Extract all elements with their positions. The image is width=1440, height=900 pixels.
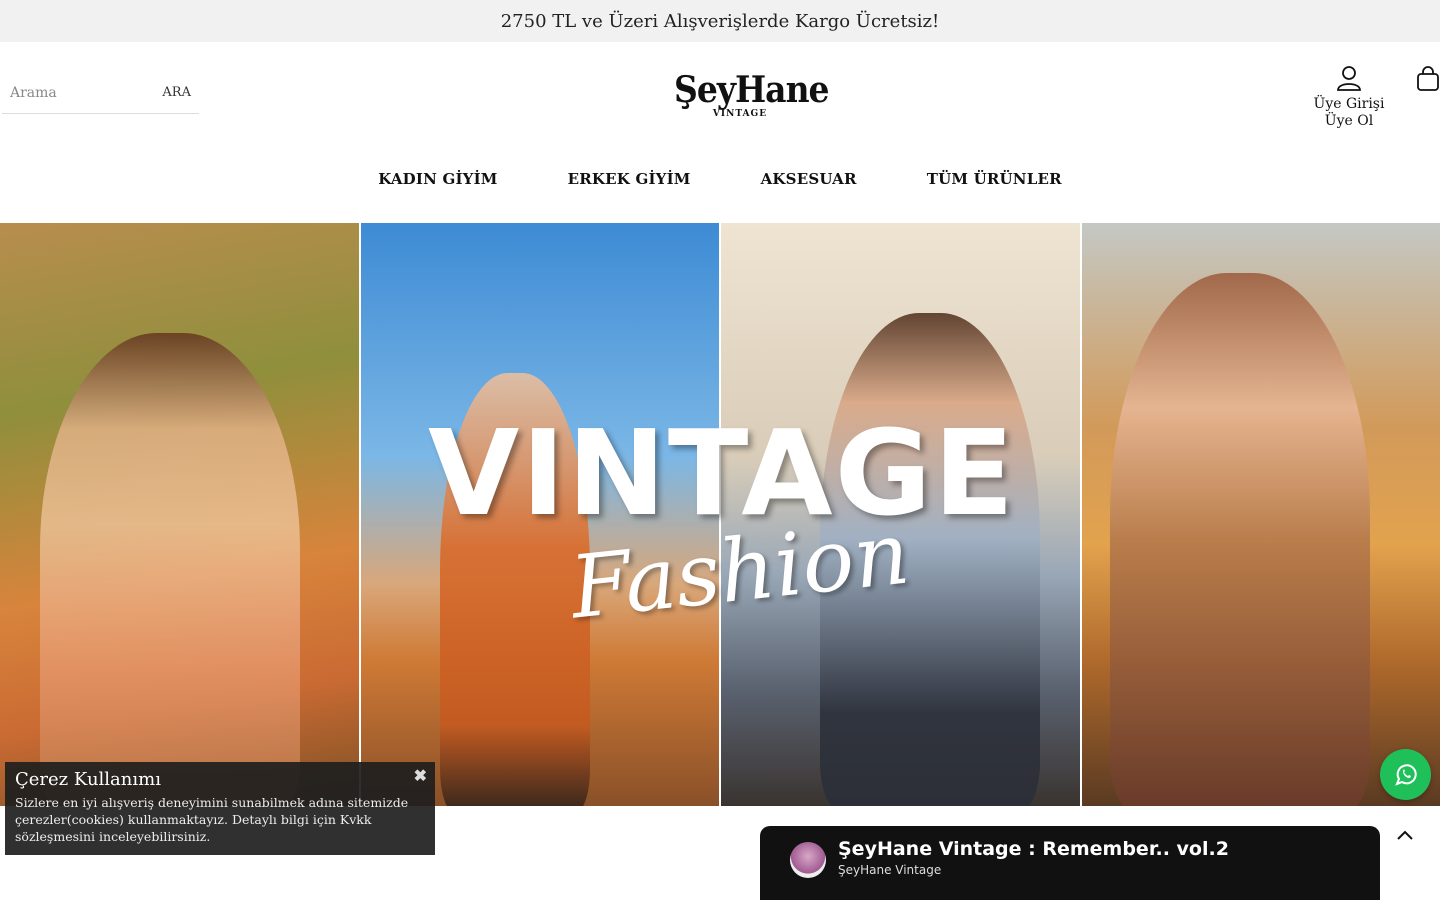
search-box: ARA bbox=[2, 72, 199, 114]
hero-figure-1 bbox=[40, 333, 300, 806]
nav-aksesuar[interactable]: AKSESUAR bbox=[761, 170, 857, 188]
nav-erkek-giyim[interactable]: ERKEK GİYİM bbox=[568, 170, 691, 188]
hero-banner[interactable]: VINTAGE Fashion bbox=[0, 223, 1440, 806]
main-nav: KADIN GİYİM ERKEK GİYİM AKSESUAR TÜM ÜRÜ… bbox=[0, 170, 1440, 188]
user-icon[interactable] bbox=[1336, 64, 1362, 92]
logo-main-text: ŞeyHane bbox=[674, 68, 830, 111]
cart-button[interactable] bbox=[1416, 66, 1440, 96]
video-channel[interactable]: ŞeyHane Vintage bbox=[838, 863, 941, 877]
search-input[interactable] bbox=[10, 84, 150, 101]
cookie-notice: Çerez Kullanımı Sizlere en iyi alışveriş… bbox=[5, 762, 435, 855]
whatsapp-icon bbox=[1394, 763, 1417, 786]
nav-tum-urunler[interactable]: TÜM ÜRÜNLER bbox=[927, 170, 1062, 188]
chevron-up-icon bbox=[1397, 830, 1413, 840]
hero-figure-4 bbox=[1110, 273, 1370, 806]
scroll-to-top-button[interactable] bbox=[1396, 826, 1414, 845]
close-icon[interactable]: ✖ bbox=[414, 766, 427, 785]
register-link[interactable]: Üye Ol bbox=[1306, 113, 1392, 130]
login-link[interactable]: Üye Girişi bbox=[1306, 96, 1392, 113]
cookie-text: Sizlere en iyi alışveriş deneyimini suna… bbox=[15, 795, 409, 844]
nav-kadin-giyim[interactable]: KADIN GİYİM bbox=[378, 170, 497, 188]
cookie-title: Çerez Kullanımı bbox=[15, 769, 161, 790]
account-menu: Üye Girişi Üye Ol bbox=[1306, 64, 1392, 130]
video-title[interactable]: ŞeyHane Vintage : Remember.. vol.2 bbox=[838, 838, 1229, 860]
announcement-bar: 2750 TL ve Üzeri Alışverişlerde Kargo Üc… bbox=[0, 0, 1440, 42]
youtube-video-embed[interactable]: ŞeyHane Vintage : Remember.. vol.2 ŞeyHa… bbox=[760, 826, 1380, 900]
search-button[interactable]: ARA bbox=[162, 85, 191, 100]
whatsapp-button[interactable] bbox=[1380, 749, 1431, 800]
hero-headline: VINTAGE bbox=[427, 404, 1017, 542]
site-logo[interactable]: ŞeyHane VINTAGE bbox=[674, 68, 830, 128]
channel-avatar[interactable] bbox=[790, 842, 826, 878]
announcement-text: 2750 TL ve Üzeri Alışverişlerde Kargo Üc… bbox=[500, 10, 940, 32]
shopping-bag-icon bbox=[1417, 66, 1439, 91]
